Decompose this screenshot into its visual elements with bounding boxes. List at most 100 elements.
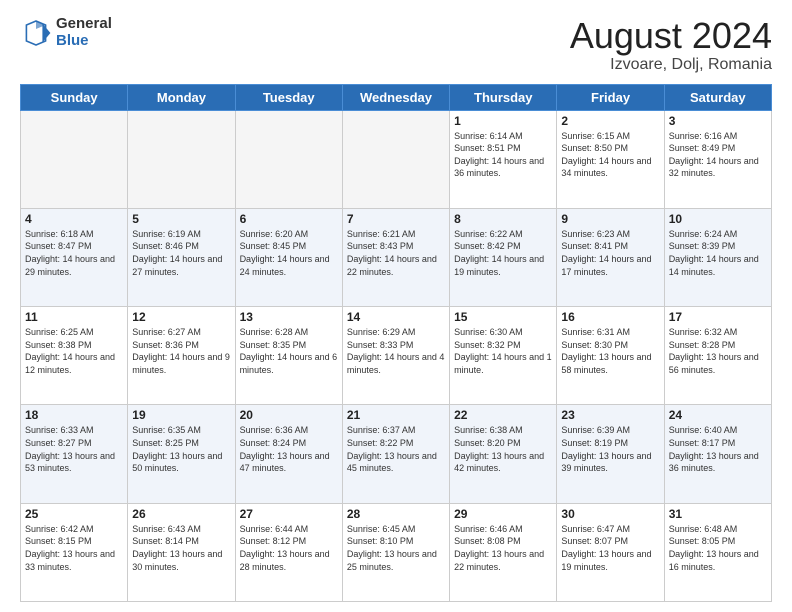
table-row: 8 Sunrise: 6:22 AM Sunset: 8:42 PM Daylig…: [450, 208, 557, 306]
day-number: 10: [669, 212, 767, 226]
day-number: 23: [561, 408, 659, 422]
table-row: 13 Sunrise: 6:28 AM Sunset: 8:35 PM Dayli…: [235, 307, 342, 405]
day-info: Sunrise: 6:20 AM Sunset: 8:45 PM Dayligh…: [240, 228, 338, 278]
day-info: Sunrise: 6:23 AM Sunset: 8:41 PM Dayligh…: [561, 228, 659, 278]
table-row: 9Sunrise: 6:23 AM Sunset: 8:41 PM Daylig…: [557, 208, 664, 306]
col-friday: Friday: [557, 84, 664, 110]
title-block: August 2024 Izvoare, Dolj, Romania: [570, 16, 772, 74]
day-info: Sunrise: 6:43 AM Sunset: 8:14 PM Dayligh…: [132, 523, 230, 573]
day-number: 12: [132, 310, 230, 324]
day-number: 1: [454, 114, 552, 128]
table-row: 28 Sunrise: 6:45 AM Sunset: 8:10 PM Dayli…: [342, 503, 449, 601]
day-info: Sunrise: 6:22 AM Sunset: 8:42 PM Dayligh…: [454, 228, 552, 278]
day-info: Sunrise: 6:40 AM Sunset: 8:17 PM Dayligh…: [669, 424, 767, 474]
table-row: 22 Sunrise: 6:38 AM Sunset: 8:20 PM Dayli…: [450, 405, 557, 503]
day-number: 15: [454, 310, 552, 324]
table-row: 10 Sunrise: 6:24 AM Sunset: 8:39 PM Dayli…: [664, 208, 771, 306]
table-row: 2 Sunrise: 6:15 AM Sunset: 8:50 PM Daylig…: [557, 110, 664, 208]
day-number: 13: [240, 310, 338, 324]
day-info: Sunrise: 6:24 AM Sunset: 8:39 PM Dayligh…: [669, 228, 767, 278]
day-info: Sunrise: 6:44 AM Sunset: 8:12 PM Dayligh…: [240, 523, 338, 573]
col-tuesday: Tuesday: [235, 84, 342, 110]
day-number: 31: [669, 507, 767, 521]
day-number: 11: [25, 310, 123, 324]
table-row: 20Sunrise: 6:36 AM Sunset: 8:24 PM Dayli…: [235, 405, 342, 503]
location: Izvoare, Dolj, Romania: [570, 56, 772, 74]
table-row: 21 Sunrise: 6:37 AM Sunset: 8:22 PM Dayli…: [342, 405, 449, 503]
day-number: 4: [25, 212, 123, 226]
day-info: Sunrise: 6:18 AM Sunset: 8:47 PM Dayligh…: [25, 228, 123, 278]
day-info: Sunrise: 6:19 AM Sunset: 8:46 PM Dayligh…: [132, 228, 230, 278]
table-row: 12Sunrise: 6:27 AM Sunset: 8:36 PM Dayli…: [128, 307, 235, 405]
day-info: Sunrise: 6:30 AM Sunset: 8:32 PM Dayligh…: [454, 326, 552, 376]
day-number: 3: [669, 114, 767, 128]
col-thursday: Thursday: [450, 84, 557, 110]
calendar-table: Sunday Monday Tuesday Wednesday Thursday…: [20, 84, 772, 602]
table-row: [21, 110, 128, 208]
day-number: 7: [347, 212, 445, 226]
day-info: Sunrise: 6:37 AM Sunset: 8:22 PM Dayligh…: [347, 424, 445, 474]
logo-icon: [20, 17, 52, 49]
day-number: 17: [669, 310, 767, 324]
table-row: 14Sunrise: 6:29 AM Sunset: 8:33 PM Dayli…: [342, 307, 449, 405]
table-row: [342, 110, 449, 208]
day-number: 16: [561, 310, 659, 324]
table-row: 3 Sunrise: 6:16 AM Sunset: 8:49 PM Daylig…: [664, 110, 771, 208]
table-row: 18Sunrise: 6:33 AM Sunset: 8:27 PM Dayli…: [21, 405, 128, 503]
day-number: 5: [132, 212, 230, 226]
table-row: 27 Sunrise: 6:44 AM Sunset: 8:12 PM Dayli…: [235, 503, 342, 601]
day-number: 6: [240, 212, 338, 226]
table-row: 7Sunrise: 6:21 AM Sunset: 8:43 PM Daylig…: [342, 208, 449, 306]
day-info: Sunrise: 6:39 AM Sunset: 8:19 PM Dayligh…: [561, 424, 659, 474]
table-row: [235, 110, 342, 208]
day-number: 27: [240, 507, 338, 521]
day-info: Sunrise: 6:32 AM Sunset: 8:28 PM Dayligh…: [669, 326, 767, 376]
table-row: 6 Sunrise: 6:20 AM Sunset: 8:45 PM Daylig…: [235, 208, 342, 306]
table-row: 17 Sunrise: 6:32 AM Sunset: 8:28 PM Dayli…: [664, 307, 771, 405]
day-info: Sunrise: 6:16 AM Sunset: 8:49 PM Dayligh…: [669, 130, 767, 180]
col-wednesday: Wednesday: [342, 84, 449, 110]
day-number: 28: [347, 507, 445, 521]
day-number: 20: [240, 408, 338, 422]
day-info: Sunrise: 6:14 AM Sunset: 8:51 PM Dayligh…: [454, 130, 552, 180]
day-info: Sunrise: 6:46 AM Sunset: 8:08 PM Dayligh…: [454, 523, 552, 573]
table-row: [128, 110, 235, 208]
day-info: Sunrise: 6:38 AM Sunset: 8:20 PM Dayligh…: [454, 424, 552, 474]
day-info: Sunrise: 6:25 AM Sunset: 8:38 PM Dayligh…: [25, 326, 123, 376]
day-info: Sunrise: 6:28 AM Sunset: 8:35 PM Dayligh…: [240, 326, 338, 376]
table-row: 5 Sunrise: 6:19 AM Sunset: 8:46 PM Daylig…: [128, 208, 235, 306]
table-row: 1 Sunrise: 6:14 AM Sunset: 8:51 PM Daylig…: [450, 110, 557, 208]
calendar-week-row: 4 Sunrise: 6:18 AM Sunset: 8:47 PM Daylig…: [21, 208, 772, 306]
day-number: 30: [561, 507, 659, 521]
day-info: Sunrise: 6:29 AM Sunset: 8:33 PM Dayligh…: [347, 326, 445, 376]
table-row: 11 Sunrise: 6:25 AM Sunset: 8:38 PM Dayli…: [21, 307, 128, 405]
logo: General Blue: [20, 16, 112, 49]
day-info: Sunrise: 6:15 AM Sunset: 8:50 PM Dayligh…: [561, 130, 659, 180]
logo-blue-text: Blue: [56, 33, 112, 50]
table-row: 4 Sunrise: 6:18 AM Sunset: 8:47 PM Daylig…: [21, 208, 128, 306]
day-number: 21: [347, 408, 445, 422]
calendar-week-row: 11 Sunrise: 6:25 AM Sunset: 8:38 PM Dayli…: [21, 307, 772, 405]
table-row: 31Sunrise: 6:48 AM Sunset: 8:05 PM Dayli…: [664, 503, 771, 601]
day-info: Sunrise: 6:42 AM Sunset: 8:15 PM Dayligh…: [25, 523, 123, 573]
day-number: 8: [454, 212, 552, 226]
table-row: 30Sunrise: 6:47 AM Sunset: 8:07 PM Dayli…: [557, 503, 664, 601]
day-info: Sunrise: 6:35 AM Sunset: 8:25 PM Dayligh…: [132, 424, 230, 474]
calendar-header-row: Sunday Monday Tuesday Wednesday Thursday…: [21, 84, 772, 110]
month-title: August 2024: [570, 16, 772, 56]
table-row: 29Sunrise: 6:46 AM Sunset: 8:08 PM Dayli…: [450, 503, 557, 601]
day-number: 26: [132, 507, 230, 521]
page: General Blue August 2024 Izvoare, Dolj, …: [0, 0, 792, 612]
table-row: 26 Sunrise: 6:43 AM Sunset: 8:14 PM Dayli…: [128, 503, 235, 601]
day-number: 25: [25, 507, 123, 521]
table-row: 15 Sunrise: 6:30 AM Sunset: 8:32 PM Dayli…: [450, 307, 557, 405]
table-row: 23 Sunrise: 6:39 AM Sunset: 8:19 PM Dayli…: [557, 405, 664, 503]
col-monday: Monday: [128, 84, 235, 110]
day-number: 18: [25, 408, 123, 422]
day-info: Sunrise: 6:45 AM Sunset: 8:10 PM Dayligh…: [347, 523, 445, 573]
header: General Blue August 2024 Izvoare, Dolj, …: [20, 16, 772, 74]
day-number: 2: [561, 114, 659, 128]
calendar-week-row: 25 Sunrise: 6:42 AM Sunset: 8:15 PM Dayli…: [21, 503, 772, 601]
day-number: 22: [454, 408, 552, 422]
col-sunday: Sunday: [21, 84, 128, 110]
